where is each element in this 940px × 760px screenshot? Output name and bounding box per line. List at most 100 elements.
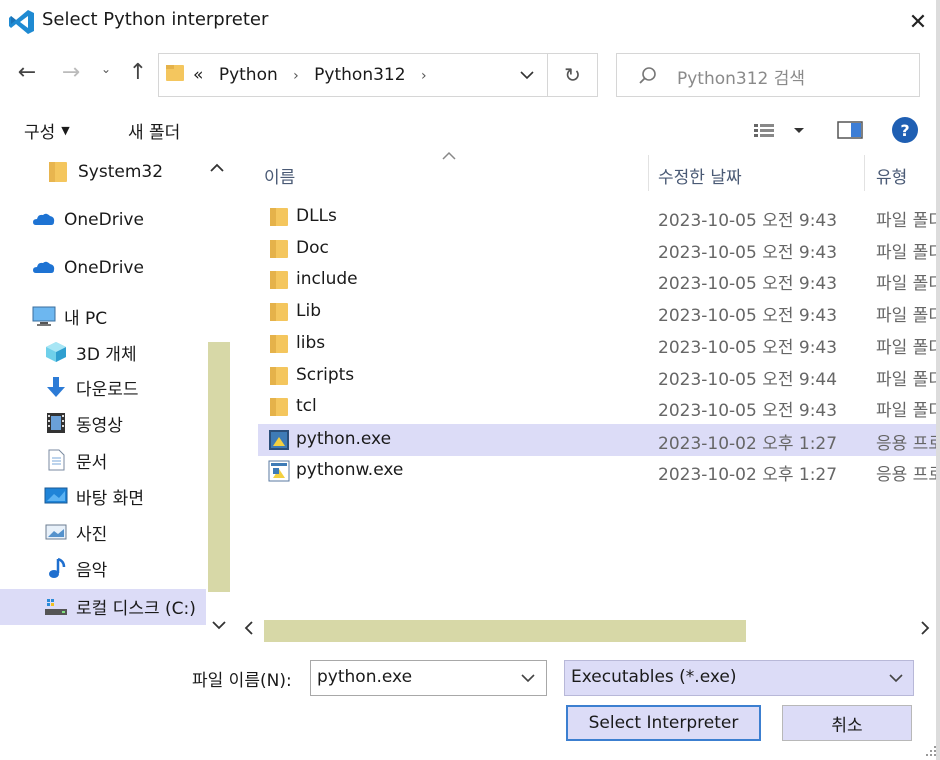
download-icon <box>47 377 65 397</box>
window-title: Select Python interpreter <box>42 9 269 30</box>
close-icon: ✕ <box>908 9 928 35</box>
pc-icon <box>32 306 56 326</box>
file-date: 2023-10-02 오후 1:27 <box>658 465 838 485</box>
sidebar-item-label: 다운로드 <box>76 379 139 400</box>
picture-icon <box>45 524 67 540</box>
chevron-down-icon: ⌄ <box>100 62 112 76</box>
column-divider[interactable] <box>648 155 649 191</box>
file-date: 2023-10-05 오전 9:43 <box>658 306 838 326</box>
column-divider[interactable] <box>864 155 865 191</box>
forward-button[interactable]: → <box>56 60 86 90</box>
cancel-button[interactable]: 취소 <box>782 705 912 741</box>
up-button[interactable]: ↑ <box>124 60 152 90</box>
list-item-include[interactable]: include 2023-10-05 오전 9:43 파일 폴더 <box>258 264 940 296</box>
list-item-lib[interactable]: Lib 2023-10-05 오전 9:43 파일 폴더 <box>258 296 940 328</box>
sidebar-item-label: 내 PC <box>64 308 108 329</box>
sidebar-item-this-pc[interactable]: 내 PC <box>32 299 107 333</box>
scroll-up-icon[interactable] <box>210 161 224 177</box>
folder-icon <box>270 398 288 416</box>
sidebar-item-label: 동영상 <box>76 415 123 436</box>
sidebar-item-label: 3D 개체 <box>76 344 137 365</box>
list-item-doc[interactable]: Doc 2023-10-05 오전 9:43 파일 폴더 <box>258 233 940 265</box>
preview-pane-icon <box>837 121 863 139</box>
window-border <box>936 0 940 760</box>
sidebar-item-videos[interactable]: 동영상 <box>44 406 123 440</box>
breadcrumb-item-python312[interactable]: Python312 <box>314 65 405 85</box>
sidebar-item-downloads[interactable]: 다운로드 <box>44 370 139 404</box>
list-item-scripts[interactable]: Scripts 2023-10-05 오전 9:44 파일 폴더 <box>258 360 940 392</box>
sidebar-item-desktop[interactable]: 바탕 화면 <box>44 479 144 513</box>
back-button[interactable]: ← <box>12 60 42 90</box>
select-interpreter-button[interactable]: Select Interpreter <box>566 705 761 741</box>
file-type: 파일 폴더 <box>876 401 940 421</box>
breadcrumb-overflow[interactable]: « <box>193 65 203 85</box>
recent-locations-button[interactable]: ⌄ <box>98 62 114 88</box>
refresh-button[interactable]: ↻ <box>548 53 598 97</box>
column-header-modified[interactable]: 수정한 날짜 <box>658 163 742 188</box>
folder-icon <box>166 65 184 81</box>
folder-icon <box>49 162 67 182</box>
list-item-pythonw-exe[interactable]: pythonw.exe 2023-10-02 오후 1:27 응용 프로그램 <box>258 455 940 487</box>
help-button[interactable]: ? <box>892 117 918 143</box>
close-button[interactable]: ✕ <box>900 4 936 40</box>
drive-icon <box>45 599 67 615</box>
file-date: 2023-10-05 오전 9:43 <box>658 243 838 263</box>
file-list-header: 이름 수정한 날짜 유형 <box>250 151 940 191</box>
search-icon <box>639 67 656 84</box>
sidebar-item-label: 로컬 디스크 (C:) <box>76 598 196 619</box>
folder-icon <box>270 271 288 289</box>
file-type: 파일 폴더 <box>876 306 940 326</box>
sidebar-item-system32[interactable]: System32 <box>46 155 163 189</box>
column-header-type[interactable]: 유형 <box>876 163 907 188</box>
address-bar[interactable]: « Python › Python312 › <box>158 53 548 97</box>
filetype-value: Executables (*.exe) <box>571 667 737 687</box>
search-input[interactable]: Python312 검색 <box>616 53 920 97</box>
file-name: libs <box>296 333 326 353</box>
list-item-libs[interactable]: libs 2023-10-05 오전 9:43 파일 폴더 <box>258 328 940 360</box>
search-placeholder: Python312 검색 <box>677 69 806 89</box>
filename-field[interactable]: python.exe <box>310 660 547 696</box>
scroll-right-icon[interactable] <box>920 620 930 639</box>
new-folder-button[interactable]: 새 폴더 <box>128 118 180 143</box>
sidebar-item-documents[interactable]: 문서 <box>44 443 107 477</box>
address-dropdown-button[interactable] <box>515 64 539 88</box>
sort-ascending-icon <box>442 149 456 165</box>
preview-pane-button[interactable] <box>836 118 864 142</box>
file-name: Doc <box>296 238 329 258</box>
sidebar-item-onedrive-2[interactable]: OneDrive <box>32 251 144 285</box>
sidebar-item-onedrive-1[interactable]: OneDrive <box>32 203 144 237</box>
horizontal-scrollbar-thumb[interactable] <box>264 620 746 642</box>
scroll-down-icon[interactable] <box>212 619 226 634</box>
help-icon: ? <box>900 120 910 140</box>
list-item-python-exe[interactable]: python.exe 2023-10-02 오후 1:27 응용 프로그램 <box>258 424 940 456</box>
sidebar-item-pictures[interactable]: 사진 <box>44 515 107 549</box>
chevron-right-icon[interactable]: › <box>421 68 427 84</box>
file-type: 응용 프로그램 <box>876 434 940 454</box>
file-name: python.exe <box>296 429 392 449</box>
filename-label: 파일 이름(N): <box>192 671 292 691</box>
list-item-dlls[interactable]: DLLs 2023-10-05 오전 9:43 파일 폴더 <box>258 201 940 233</box>
sidebar-item-local-disk-c[interactable]: 로컬 디스크 (C:) <box>44 589 196 623</box>
sidebar-item-music[interactable]: 음악 <box>44 551 107 585</box>
sidebar-item-label: 문서 <box>76 452 108 473</box>
cloud-icon <box>33 213 55 225</box>
chevron-right-icon[interactable]: › <box>293 68 299 84</box>
refresh-icon: ↻ <box>564 63 581 87</box>
file-type: 파일 폴더 <box>876 243 940 263</box>
navigation-scrollbar-thumb[interactable] <box>208 342 230 592</box>
filetype-select[interactable]: Executables (*.exe) <box>564 660 914 696</box>
scroll-left-icon[interactable] <box>244 620 254 639</box>
chevron-down-icon[interactable] <box>521 667 535 687</box>
organize-button[interactable]: 구성 ▼ <box>24 118 70 143</box>
sidebar-item-3d-objects[interactable]: 3D 개체 <box>44 335 137 369</box>
file-name: DLLs <box>296 206 337 226</box>
breadcrumb-item-python[interactable]: Python <box>219 65 278 85</box>
file-type: 응용 프로그램 <box>876 465 940 485</box>
change-view-button[interactable] <box>752 118 812 144</box>
file-name: Lib <box>296 301 321 321</box>
file-type: 파일 폴더 <box>876 211 940 231</box>
arrow-left-icon: ← <box>17 60 37 85</box>
column-header-name[interactable]: 이름 <box>264 163 295 188</box>
list-item-tcl[interactable]: tcl 2023-10-05 오전 9:43 파일 폴더 <box>258 391 940 423</box>
file-name: tcl <box>296 396 317 416</box>
